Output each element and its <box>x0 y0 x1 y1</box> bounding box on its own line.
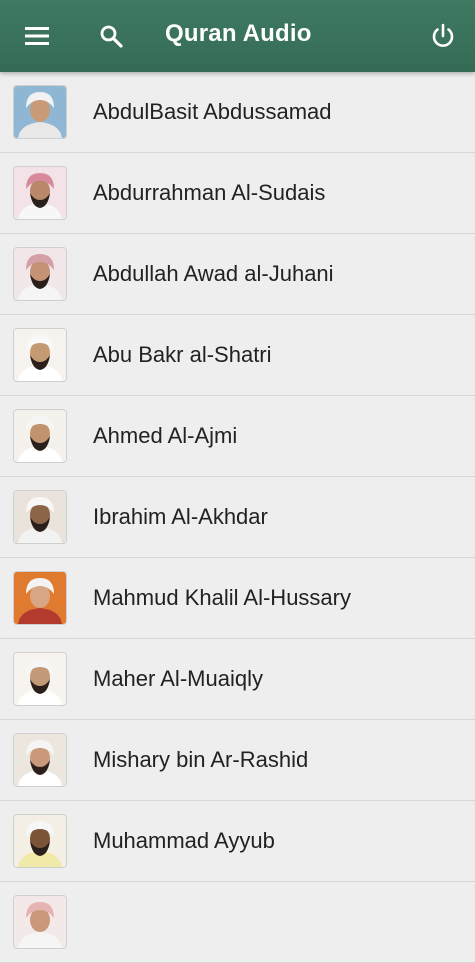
reciter-avatar <box>14 896 66 948</box>
reciter-name: Abdullah Awad al-Juhani <box>93 261 334 286</box>
reciter-row[interactable]: Muhammad Ayyub <box>0 801 475 882</box>
reciter-row[interactable]: Mahmud Khalil Al-Hussary <box>0 558 475 639</box>
reciter-avatar <box>14 86 66 138</box>
power-button[interactable] <box>423 16 463 56</box>
reciter-row[interactable]: Abdullah Awad al-Juhani <box>0 234 475 315</box>
reciter-name: AbdulBasit Abdussamad <box>93 99 332 124</box>
reciter-row[interactable]: Maher Al-Muaiqly <box>0 639 475 720</box>
app-title: Quran Audio <box>165 20 312 47</box>
reciter-row[interactable]: Ahmed Al-Ajmi <box>0 396 475 477</box>
reciter-name: Maher Al-Muaiqly <box>93 666 263 691</box>
reciter-avatar <box>14 491 66 543</box>
reciter-row[interactable]: Mishary bin Ar-Rashid <box>0 720 475 801</box>
reciter-name: Abdurrahman Al-Sudais <box>93 180 326 205</box>
menu-icon <box>25 27 49 45</box>
reciter-avatar <box>14 815 66 867</box>
reciter-avatar <box>14 248 66 300</box>
reciter-avatar <box>14 572 66 624</box>
reciter-name: Mishary bin Ar-Rashid <box>93 747 309 772</box>
reciter-row[interactable]: AbdulBasit Abdussamad <box>0 72 475 153</box>
reciter-avatar <box>14 734 66 786</box>
reciter-avatar <box>14 329 66 381</box>
menu-button[interactable] <box>17 16 57 56</box>
reciter-name: Ahmed Al-Ajmi <box>93 423 238 448</box>
reciter-avatar <box>14 653 66 705</box>
reciter-avatar <box>14 410 66 462</box>
reciter-name: Ibrahim Al-Akhdar <box>93 504 268 529</box>
reciter-name: Muhammad Ayyub <box>93 828 275 853</box>
app-bar: Quran Audio <box>0 0 475 72</box>
reciter-row[interactable]: Ibrahim Al-Akhdar <box>0 477 475 558</box>
reciter-row[interactable] <box>0 882 475 963</box>
reciter-list: AbdulBasit Abdussamad Abdurrahman Al-Suda… <box>0 72 475 963</box>
search-button[interactable] <box>91 16 131 56</box>
reciter-avatar <box>14 167 66 219</box>
reciter-row[interactable]: Abdurrahman Al-Sudais <box>0 153 475 234</box>
power-icon <box>432 23 454 47</box>
reciter-row[interactable]: Abu Bakr al-Shatri <box>0 315 475 396</box>
reciter-name: Mahmud Khalil Al-Hussary <box>93 585 351 610</box>
search-icon <box>100 25 123 48</box>
reciter-name: Abu Bakr al-Shatri <box>93 342 272 367</box>
